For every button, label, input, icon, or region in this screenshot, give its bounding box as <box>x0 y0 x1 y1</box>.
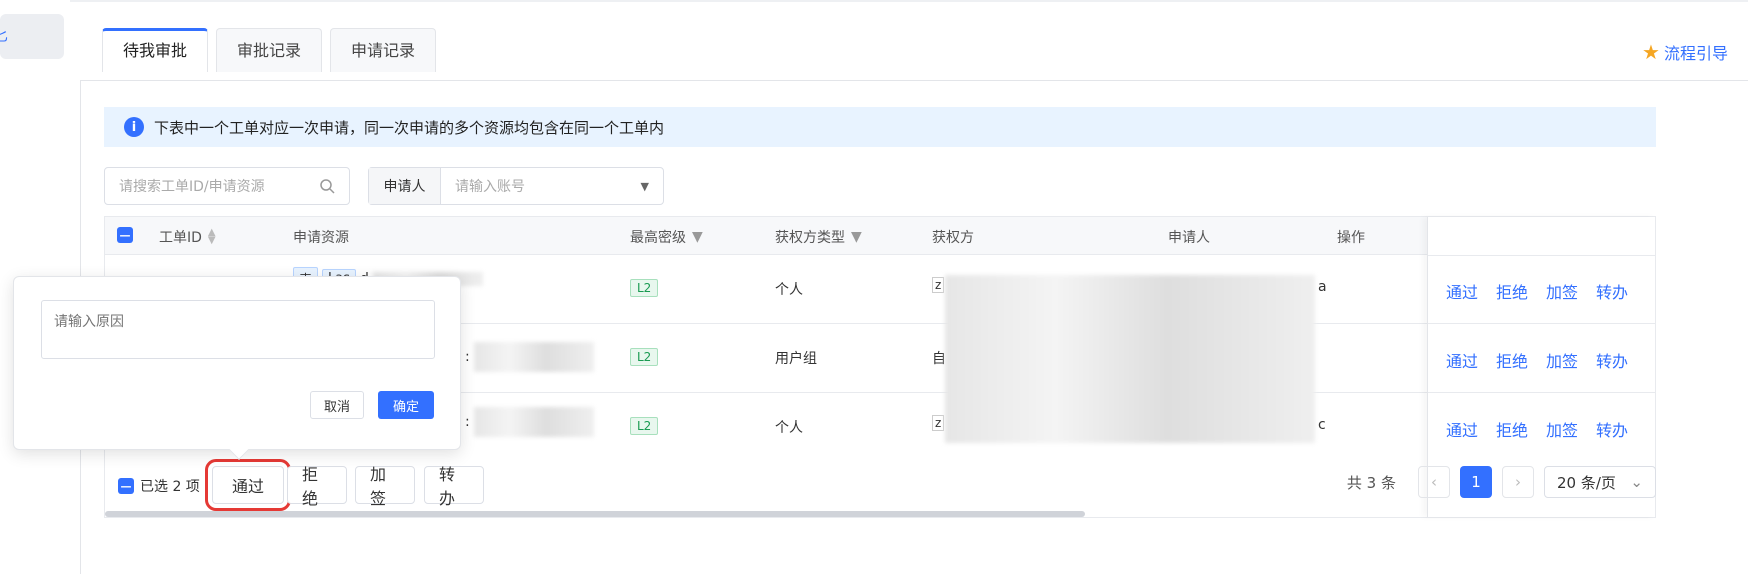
reject-link[interactable]: 拒绝 <box>1496 417 1528 441</box>
grantee-name: z <box>932 277 945 293</box>
prev-page-button[interactable]: ‹ <box>1418 466 1450 498</box>
countersign-link[interactable]: 加签 <box>1546 279 1578 303</box>
grantee-type: 个人 <box>775 420 803 436</box>
next-page-button[interactable]: › <box>1502 466 1534 498</box>
selection-info: — 已选 2 项 <box>118 476 200 496</box>
filter-icon[interactable]: ▼ <box>851 229 862 245</box>
reject-link[interactable]: 拒绝 <box>1496 348 1528 372</box>
sidebar-item-selected[interactable]: 匕 <box>0 14 64 59</box>
cancel-button[interactable]: 取消 <box>310 391 364 419</box>
confirm-button[interactable]: 确定 <box>378 391 434 419</box>
tab-pending-approval[interactable]: 待我审批 <box>102 28 209 72</box>
header-resource: 申请资源 <box>293 230 349 246</box>
horizontal-scrollbar[interactable] <box>105 511 1085 517</box>
star-icon: ★ <box>1642 40 1660 64</box>
tab-bar: 待我审批 审批记录 申请记录 <box>102 28 437 72</box>
search-placeholder: 请搜索工单ID/申请资源 <box>119 179 265 195</box>
resource-name: : <box>465 414 470 430</box>
grantee-type: 个人 <box>775 282 803 298</box>
batch-reject-button[interactable]: 拒绝 <box>287 465 347 508</box>
applicant-filter-label: 申请人 <box>369 168 441 204</box>
process-guide-link[interactable]: ★ 流程引导 <box>1642 40 1728 64</box>
chevron-down-icon: ⌄ <box>1630 473 1643 491</box>
header-applicant: 申请人 <box>1168 230 1210 246</box>
redacted-grantee-block <box>945 275 1315 443</box>
search-input[interactable]: 请搜索工单ID/申请资源 <box>104 167 350 205</box>
approve-link[interactable]: 通过 <box>1446 417 1478 441</box>
countersign-link[interactable]: 加签 <box>1546 417 1578 441</box>
grantee-type: 用户组 <box>775 351 817 367</box>
table-header: — 工单ID ▲ ▼ 申请资源 最高密级 ▼ 获权方类型 ▼ 获权方 申请人 操作 <box>105 217 1655 255</box>
grantee-name: 自 <box>932 351 946 367</box>
page-size-select[interactable]: 20 条/页 ⌄ <box>1544 466 1656 498</box>
sort-icon[interactable]: ▲ ▼ <box>208 228 216 246</box>
header-grantee: 获权方 <box>932 230 974 246</box>
info-banner-text: 下表中一个工单对应一次申请，同一次申请的多个资源均包含在同一个工单内 <box>154 118 665 137</box>
page-number-current[interactable]: 1 <box>1460 466 1492 498</box>
reason-input[interactable] <box>41 300 435 359</box>
applicant-filter[interactable]: 申请人 请输入账号 ▼ <box>368 167 664 205</box>
redacted-resource <box>473 407 594 437</box>
approve-link[interactable]: 通过 <box>1446 279 1478 303</box>
level-badge: L2 <box>630 348 659 366</box>
reason-popover: 取消 确定 <box>13 276 461 460</box>
batch-transfer-button[interactable]: 转办 <box>424 465 484 508</box>
approve-link[interactable]: 通过 <box>1446 348 1478 372</box>
applicant-input[interactable]: 请输入账号 ▼ <box>441 176 663 196</box>
search-icon <box>320 179 335 194</box>
page-size-value: 20 条/页 <box>1557 473 1616 492</box>
level-badge: L2 <box>630 279 659 297</box>
reject-link[interactable]: 拒绝 <box>1496 279 1528 303</box>
selected-count: 已选 2 项 <box>140 479 200 495</box>
redacted-resource <box>473 342 594 372</box>
header-actions: 操作 <box>1337 230 1365 246</box>
select-all-checkbox[interactable]: — <box>117 227 133 243</box>
tab-approval-records[interactable]: 审批记录 <box>216 28 323 72</box>
batch-select-checkbox[interactable]: — <box>118 478 134 494</box>
caret-down-icon: ▼ <box>640 179 649 193</box>
header-grantee-type: 获权方类型 <box>775 230 845 246</box>
pagination: 共 3 条 ‹ 1 › 20 条/页 ⌄ <box>1347 466 1656 498</box>
info-banner: i 下表中一个工单对应一次申请，同一次申请的多个资源均包含在同一个工单内 <box>104 107 1656 147</box>
applicant-placeholder: 请输入账号 <box>455 179 525 195</box>
applicant-name: a <box>1318 279 1327 295</box>
process-guide-label: 流程引导 <box>1663 44 1728 63</box>
applicant-name: c <box>1318 417 1326 433</box>
grantee-name: z <box>932 415 945 431</box>
table-footer: — 已选 2 项 通过 拒绝 加签 转办 共 3 条 ‹ 1 › 20 条/页 … <box>104 459 1656 511</box>
total-count: 共 3 条 <box>1346 473 1396 492</box>
transfer-link[interactable]: 转办 <box>1596 417 1628 441</box>
level-badge: L2 <box>630 417 659 435</box>
sidebar-item-label: 匕 <box>0 29 8 45</box>
info-icon: i <box>124 117 144 137</box>
resource-name: : <box>465 349 470 365</box>
countersign-link[interactable]: 加签 <box>1546 348 1578 372</box>
header-ticket-id: 工单ID <box>159 230 202 246</box>
header-level: 最高密级 <box>630 230 686 246</box>
tab-application-records[interactable]: 申请记录 <box>330 28 437 72</box>
transfer-link[interactable]: 转办 <box>1596 279 1628 303</box>
batch-approve-button[interactable]: 通过 <box>205 459 291 511</box>
transfer-link[interactable]: 转办 <box>1596 348 1628 372</box>
filter-icon[interactable]: ▼ <box>692 229 703 245</box>
batch-countersign-button[interactable]: 加签 <box>355 465 415 508</box>
